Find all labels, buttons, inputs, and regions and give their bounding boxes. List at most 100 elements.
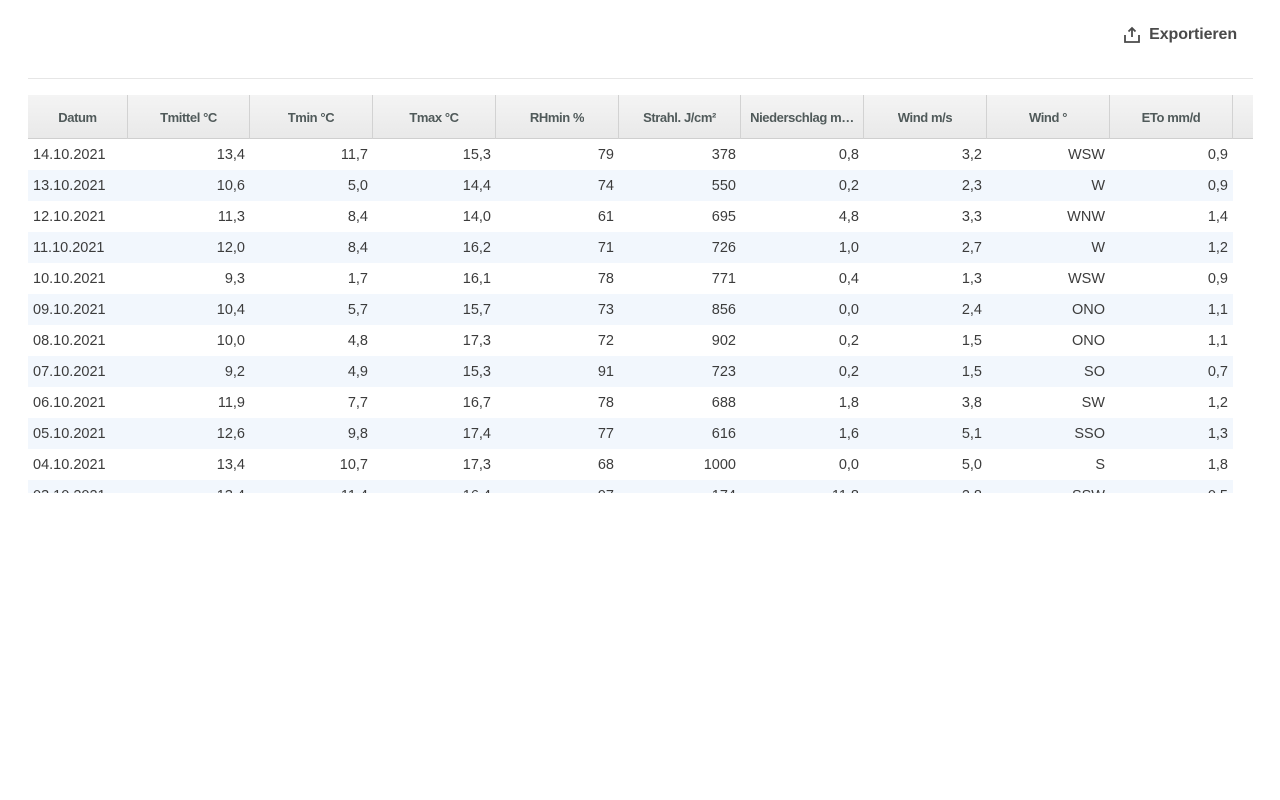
table-row[interactable]: 03.10.202113,411,416,49717411,82,8SSW0,5 <box>28 480 1233 493</box>
cell-wind-direction: WSW <box>1067 146 1105 163</box>
cell-strahlung: 378 <box>711 146 736 163</box>
cell-datum: 06.10.2021 <box>33 394 106 411</box>
cell-strahlung: 688 <box>711 394 736 411</box>
cell-datum: 04.10.2021 <box>33 456 106 473</box>
cell-wind-direction: SW <box>1081 394 1105 411</box>
cell-tmax: 15,3 <box>462 146 491 163</box>
cell-tmin: 7,7 <box>347 394 368 411</box>
cell-niederschlag: 0,2 <box>838 363 859 380</box>
cell-tmin: 4,8 <box>347 332 368 349</box>
cell-tmax: 17,3 <box>462 332 491 349</box>
table-row[interactable]: 12.10.2021 11,3 8,4 14,0 61 695 4,8 3,3 WNW 1,4 <box>28 201 1233 232</box>
cell-eto: 1,4 <box>1207 208 1228 225</box>
cell-wind-direction: WSW <box>1067 270 1105 287</box>
cell-tmax: 16,1 <box>462 270 491 287</box>
cell-strahlung: 695 <box>711 208 736 225</box>
table-row[interactable]: 14.10.2021 13,4 11,7 15,3 79 378 0,8 3,2 WSW 0,9 <box>28 139 1233 170</box>
cell-strahlung: 902 <box>711 332 736 349</box>
column-header-tmittel[interactable]: Tmittel °C <box>128 95 250 139</box>
cell-wind-speed: 1,3 <box>961 270 982 287</box>
cell-datum: 03.10.2021 <box>28 488 128 494</box>
cell-eto: 0,9 <box>1207 270 1228 287</box>
table-row[interactable]: 08.10.2021 10,0 4,8 17,3 72 902 0,2 1,5 ONO 1,1 <box>28 325 1233 356</box>
column-header-tmin[interactable]: Tmin °C <box>250 95 373 139</box>
cell-tmin: 11,7 <box>340 146 368 163</box>
cell-rhmin: 71 <box>597 239 614 256</box>
cell-tmittel: 12,0 <box>216 239 245 256</box>
cell-niederschlag: 11,8 <box>741 488 864 494</box>
column-header-wind-speed[interactable]: Wind m/s <box>864 95 987 139</box>
cell-tmittel: 13,4 <box>216 456 245 473</box>
cell-strahlung: 550 <box>711 177 736 194</box>
cell-rhmin: 78 <box>597 394 614 411</box>
cell-wind-direction: SO <box>1084 363 1105 380</box>
column-header-rhmin[interactable]: RHmin % <box>496 95 619 139</box>
cell-eto: 1,8 <box>1207 456 1228 473</box>
cell-tmax: 15,7 <box>462 301 491 318</box>
column-header-tmax[interactable]: Tmax °C <box>373 95 496 139</box>
data-grid: Datum Tmittel °C Tmin °C Tmax °C RHmin %… <box>28 95 1253 493</box>
table-row[interactable]: 13.10.2021 10,6 5,0 14,4 74 550 0,2 2,3 W 0,9 <box>28 170 1233 201</box>
table-row[interactable]: 10.10.2021 9,3 1,7 16,1 78 771 0,4 1,3 WSW 0,9 <box>28 263 1233 294</box>
cell-wind-speed: 2,3 <box>961 177 982 194</box>
cell-tmin: 5,0 <box>347 177 368 194</box>
cell-tmax: 14,4 <box>462 177 491 194</box>
cell-tmittel: 13,4 <box>128 488 250 494</box>
table-row[interactable]: 07.10.2021 9,2 4,9 15,3 91 723 0,2 1,5 SO 0,7 <box>28 356 1233 387</box>
cell-niederschlag: 0,0 <box>838 456 859 473</box>
cell-tmin: 11,4 <box>250 488 373 494</box>
cell-tmittel: 9,3 <box>224 270 245 287</box>
table-row[interactable]: 04.10.2021 13,4 10,7 17,3 68 1000 0,0 5,0 S 1,8 <box>28 449 1233 480</box>
cell-wind-speed: 3,2 <box>961 146 982 163</box>
cell-tmin: 4,9 <box>347 363 368 380</box>
cell-rhmin: 91 <box>597 363 614 380</box>
cell-eto: 1,2 <box>1207 394 1228 411</box>
cell-niederschlag: 0,2 <box>838 332 859 349</box>
cell-strahlung: 1000 <box>703 456 736 473</box>
grid-header: Datum Tmittel °C Tmin °C Tmax °C RHmin %… <box>28 95 1253 139</box>
cell-rhmin: 61 <box>597 208 614 225</box>
cell-eto: 0,9 <box>1207 177 1228 194</box>
grid-body: 14.10.2021 13,4 11,7 15,3 79 378 0,8 3,2 WSW 0,9 1… <box>28 139 1233 493</box>
cell-strahlung: 174 <box>619 488 741 494</box>
cell-wind-speed: 5,1 <box>961 425 982 442</box>
cell-tmin: 8,4 <box>347 208 368 225</box>
cell-eto: 0,7 <box>1207 363 1228 380</box>
cell-tmittel: 10,4 <box>216 301 245 318</box>
column-header-strahlung[interactable]: Strahl. J/cm² <box>619 95 741 139</box>
cell-eto: 0,5 <box>1110 488 1233 494</box>
cell-niederschlag: 4,8 <box>838 208 859 225</box>
cell-tmittel: 10,0 <box>216 332 245 349</box>
cell-datum: 14.10.2021 <box>33 146 106 163</box>
column-header-filler <box>1233 95 1253 139</box>
cell-wind-direction: ONO <box>1071 301 1105 318</box>
cell-wind-speed: 2,8 <box>864 488 987 494</box>
cell-datum: 10.10.2021 <box>33 270 106 287</box>
cell-datum: 08.10.2021 <box>33 332 106 349</box>
column-header-eto[interactable]: ETo mm/d <box>1110 95 1233 139</box>
cell-tmax: 14,0 <box>462 208 491 225</box>
column-header-datum[interactable]: Datum <box>28 95 128 139</box>
table-row[interactable]: 09.10.2021 10,4 5,7 15,7 73 856 0,0 2,4 ONO 1,1 <box>28 294 1233 325</box>
table-row[interactable]: 05.10.2021 12,6 9,8 17,4 77 616 1,6 5,1 SSO 1,3 <box>28 418 1233 449</box>
column-header-niederschlag[interactable]: Niederschlag m… <box>741 95 864 139</box>
cell-tmin: 8,4 <box>347 239 368 256</box>
table-row[interactable]: 11.10.2021 12,0 8,4 16,2 71 726 1,0 2,7 W 1,2 <box>28 232 1233 263</box>
cell-niederschlag: 1,0 <box>838 239 859 256</box>
export-label: Exportieren <box>1149 26 1237 43</box>
cell-eto: 0,9 <box>1207 146 1228 163</box>
toolbar: Exportieren <box>28 0 1253 79</box>
cell-tmin: 1,7 <box>347 270 368 287</box>
cell-strahlung: 726 <box>711 239 736 256</box>
cell-niederschlag: 0,0 <box>838 301 859 318</box>
cell-wind-speed: 3,3 <box>961 208 982 225</box>
cell-datum: 13.10.2021 <box>33 177 106 194</box>
export-button[interactable]: Exportieren <box>1123 24 1237 46</box>
column-header-wind-direction[interactable]: Wind ° <box>987 95 1110 139</box>
cell-wind-direction: S <box>1095 456 1105 473</box>
cell-tmittel: 13,4 <box>216 146 245 163</box>
table-row[interactable]: 06.10.2021 11,9 7,7 16,7 78 688 1,8 3,8 SW 1,2 <box>28 387 1233 418</box>
cell-datum: 12.10.2021 <box>33 208 106 225</box>
cell-tmittel: 11,3 <box>217 208 245 225</box>
cell-tmin: 9,8 <box>347 425 368 442</box>
